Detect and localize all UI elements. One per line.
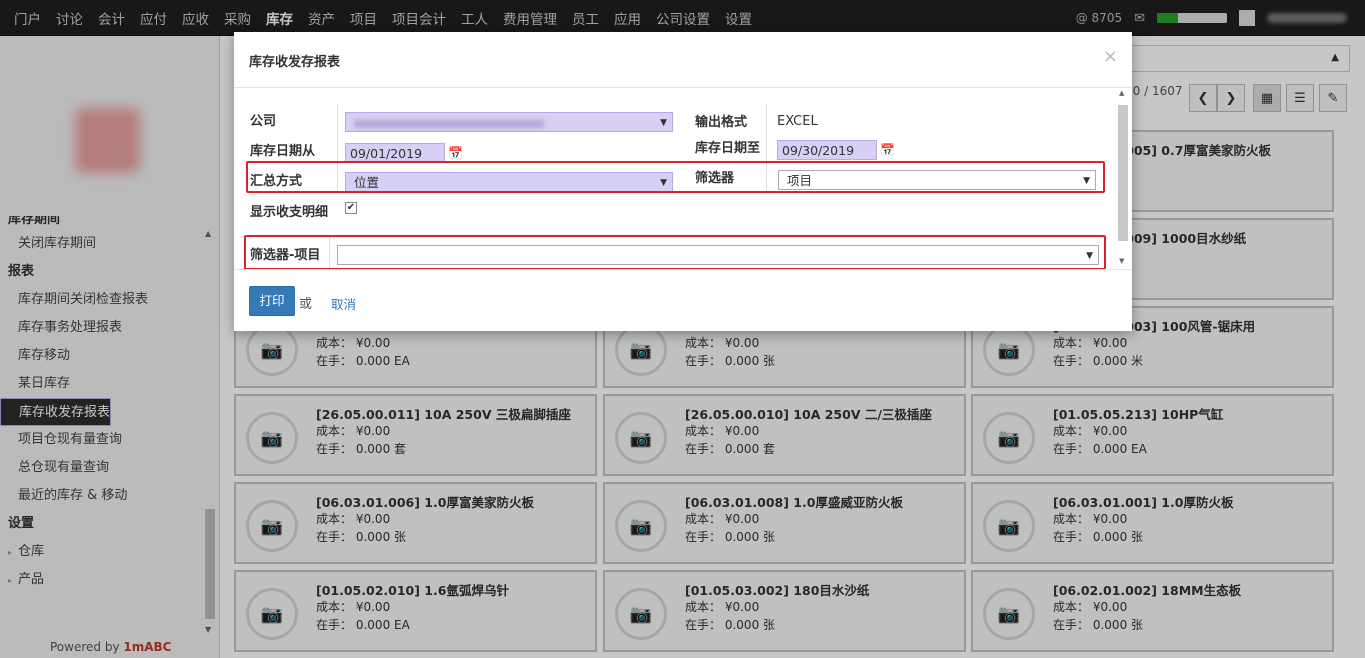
highlight-box-filter-project xyxy=(244,235,1106,270)
date-from-input[interactable]: 09/01/2019 xyxy=(345,143,445,163)
output-format-label: 输出格式 xyxy=(695,115,748,130)
dialog-scrollbar[interactable]: ▲ ▼ xyxy=(1116,89,1130,269)
show-detail-label: 显示收支明细 xyxy=(250,205,329,220)
calendar-icon[interactable]: 📅 xyxy=(880,143,895,157)
caret-down-icon: ▼ xyxy=(660,118,667,128)
scroll-down-icon[interactable]: ▼ xyxy=(1119,257,1124,265)
highlight-box-summary-row xyxy=(246,161,1105,193)
show-detail-checkbox[interactable]: ✔ xyxy=(345,202,357,214)
dialog-footer: 打印 或 取消 xyxy=(234,269,1132,331)
scroll-up-icon[interactable]: ▲ xyxy=(1119,89,1124,97)
calendar-icon[interactable]: 📅 xyxy=(448,146,463,160)
output-format-value[interactable]: EXCEL xyxy=(777,114,818,129)
report-dialog: 库存收发存报表 × 公司 ▼ 输出格式 EXCEL 库存日期从 09/01/20… xyxy=(234,32,1132,331)
date-to-input[interactable]: 09/30/2019 xyxy=(777,140,877,160)
blurred-company xyxy=(354,119,544,128)
company-label: 公司 xyxy=(250,114,277,129)
dialog-header: 库存收发存报表 × xyxy=(234,32,1132,88)
dialog-body: 公司 ▼ 输出格式 EXCEL 库存日期从 09/01/2019 📅 库存日期至… xyxy=(234,89,1132,270)
dialog-title: 库存收发存报表 xyxy=(249,55,341,70)
company-select[interactable]: ▼ xyxy=(345,112,673,132)
or-text: 或 xyxy=(299,297,313,312)
close-icon[interactable]: × xyxy=(1103,46,1118,67)
date-from-label: 库存日期从 xyxy=(250,144,316,159)
date-to-label: 库存日期至 xyxy=(695,141,761,156)
scrollbar-thumb[interactable] xyxy=(1118,105,1128,241)
print-button[interactable]: 打印 xyxy=(249,286,295,316)
check-icon: ✔ xyxy=(346,202,356,213)
cancel-link[interactable]: 取消 xyxy=(331,294,356,313)
